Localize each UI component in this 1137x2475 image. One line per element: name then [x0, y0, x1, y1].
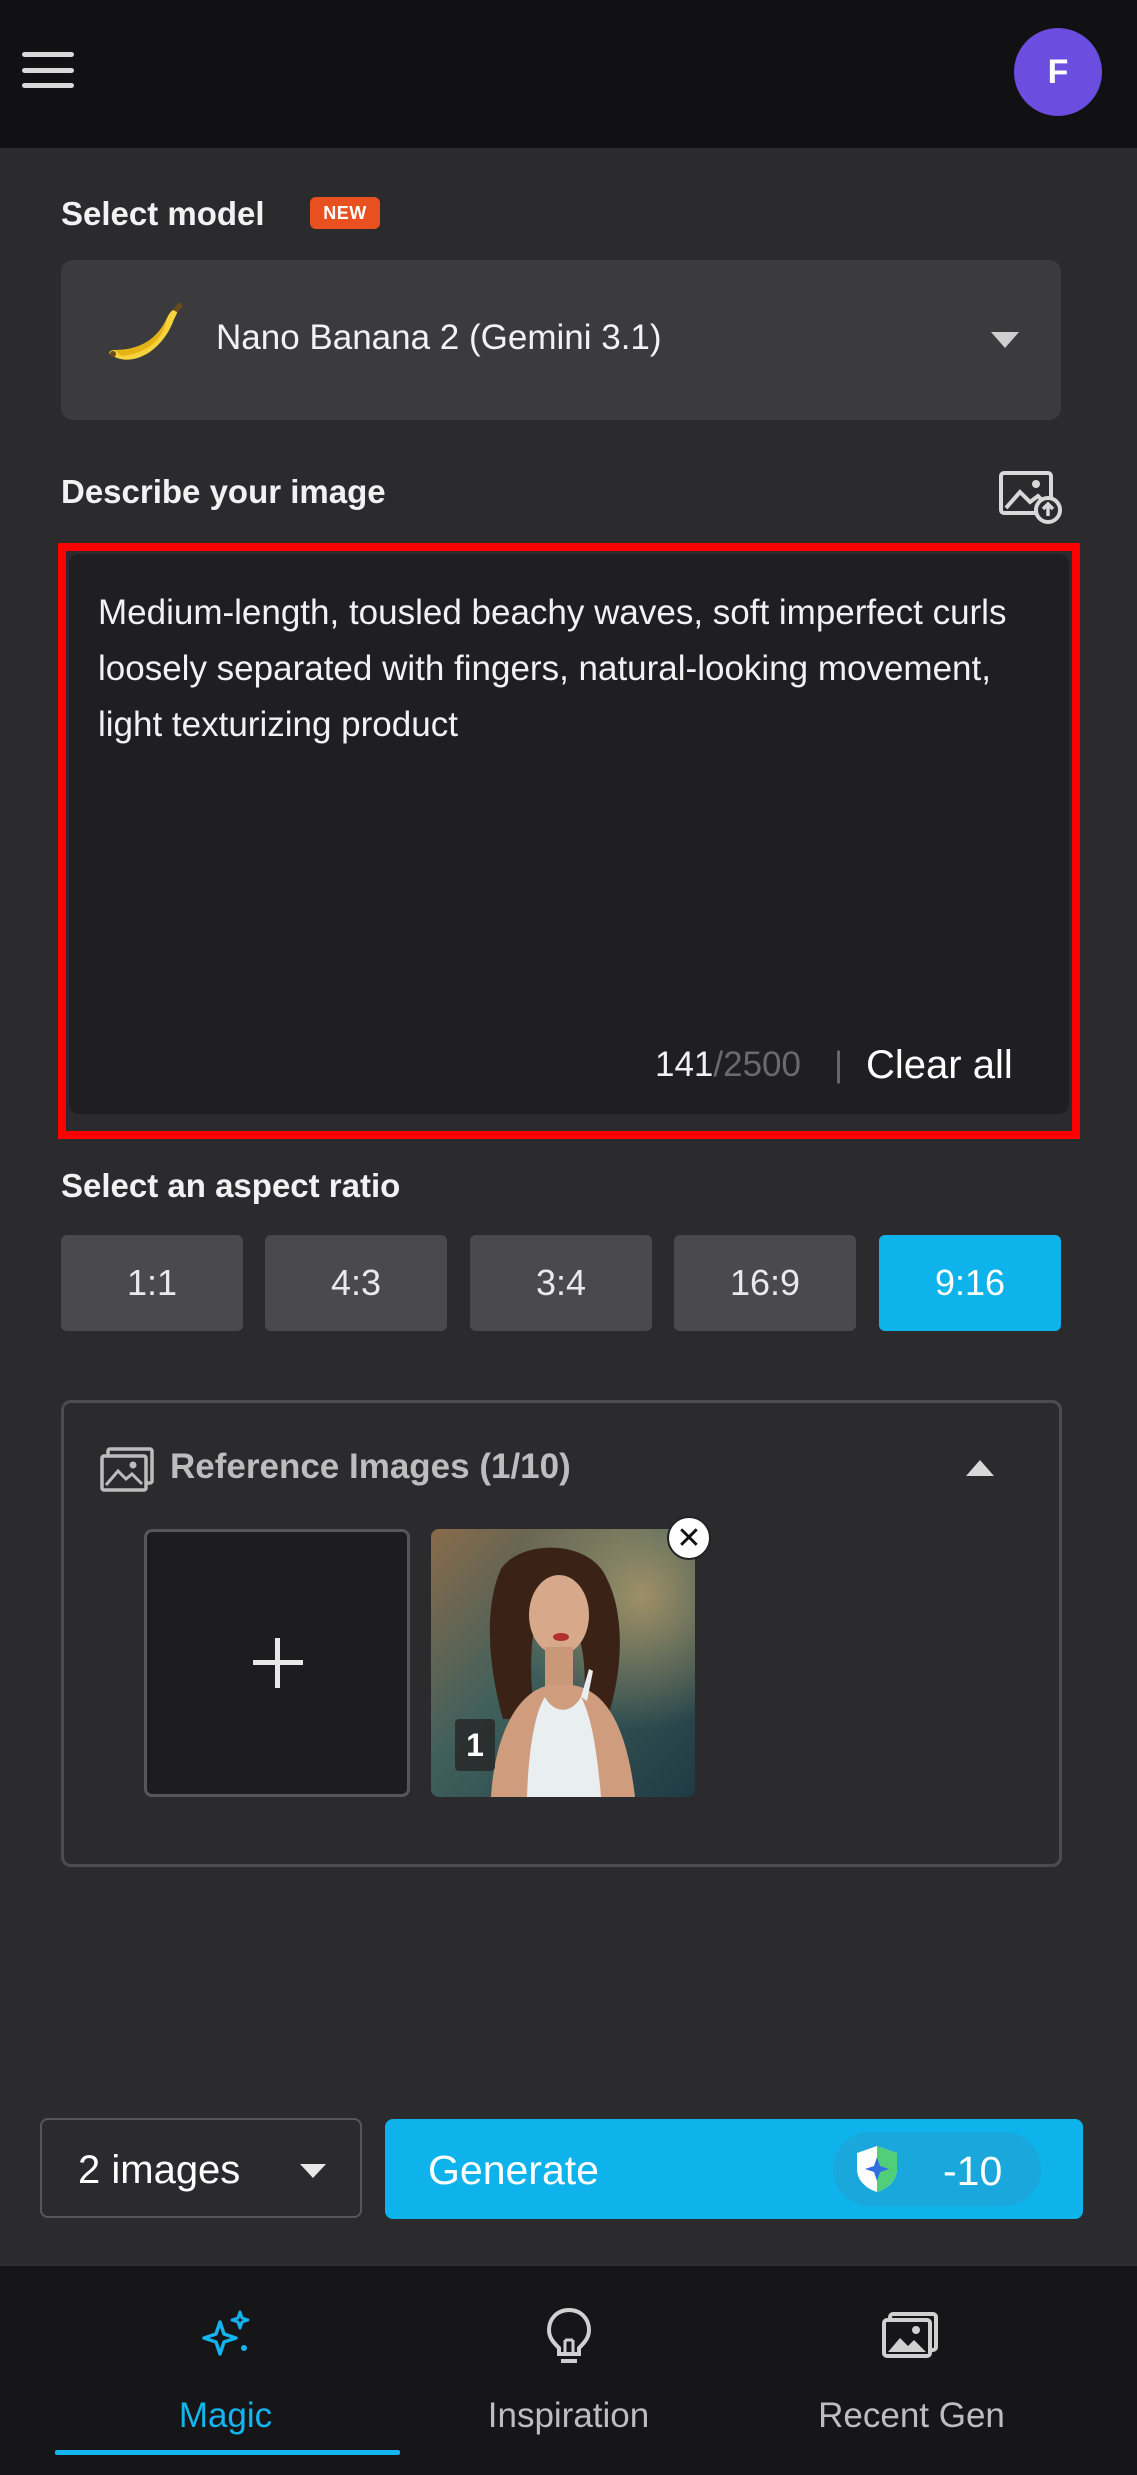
remove-image-close-icon[interactable]: ✕ [667, 1516, 711, 1560]
nav-magic[interactable]: Magic [36, 2266, 415, 2475]
nav-recent-gen-label: Recent Gen [818, 2396, 1005, 2435]
credit-cost-pill: -10 [833, 2132, 1041, 2206]
new-badge: NEW [310, 197, 380, 229]
char-max: /2500 [713, 1045, 801, 1084]
chevron-down-icon [991, 332, 1019, 348]
nav-magic-label: Magic [178, 2396, 273, 2435]
counter-separator: | [834, 1045, 844, 1084]
generate-button[interactable]: Generate -10 [385, 2119, 1083, 2219]
describe-image-label: Describe your image [61, 473, 386, 510]
char-count: 141 [655, 1045, 714, 1084]
credit-cost: -10 [943, 2148, 1003, 2194]
nav-inspiration[interactable]: Inspiration [379, 2266, 758, 2475]
top-bar: F [0, 0, 1137, 148]
clear-all-button[interactable]: Clear all [866, 1043, 1013, 1088]
thumbnail-index-badge: 1 [455, 1719, 495, 1771]
image-gallery-icon [100, 1447, 154, 1492]
select-model-label: Select model [61, 195, 265, 232]
active-tab-indicator [55, 2450, 400, 2455]
reference-images-panel: Reference Images (1/10) 1 ✕ [61, 1400, 1062, 1867]
generate-label: Generate [428, 2147, 599, 2193]
ratio-9-16-button[interactable]: 9:16 [879, 1235, 1061, 1331]
sparkle-icon [201, 2310, 249, 2356]
prompt-text[interactable]: Medium-length, tousled beachy waves, sof… [98, 585, 1058, 753]
banana-icon [109, 302, 183, 360]
aspect-ratio-label: Select an aspect ratio [61, 1167, 401, 1204]
lightbulb-icon [546, 2307, 591, 2363]
chevron-up-icon[interactable] [966, 1460, 994, 1476]
reference-image-thumbnail[interactable]: 1 [431, 1529, 695, 1797]
image-count-label: 2 images [78, 2148, 241, 2192]
ratio-1-1-button[interactable]: 1:1 [61, 1235, 243, 1331]
ratio-16-9-button[interactable]: 16:9 [674, 1235, 856, 1331]
credit-shield-icon [857, 2146, 897, 2192]
chevron-down-icon [300, 2164, 326, 2178]
ratio-3-4-button[interactable]: 3:4 [470, 1235, 652, 1331]
avatar[interactable]: F [1014, 28, 1102, 116]
nav-recent-gen[interactable]: Recent Gen [722, 2266, 1101, 2475]
ratio-4-3-button[interactable]: 4:3 [265, 1235, 447, 1331]
image-count-dropdown[interactable]: 2 images [40, 2118, 362, 2218]
bottom-navigation: Magic Inspiration Recent Gen [0, 2264, 1137, 2475]
model-dropdown[interactable]: Nano Banana 2 (Gemini 3.1) [61, 260, 1061, 420]
gallery-icon [881, 2312, 938, 2358]
nav-inspiration-label: Inspiration [487, 2396, 650, 2435]
aspect-ratio-options: 1:1 4:3 3:4 16:9 9:16 [61, 1235, 1062, 1331]
char-counter: 141/2500 [655, 1045, 801, 1085]
reference-images-title: Reference Images (1/10) [170, 1447, 571, 1486]
hamburger-menu-icon[interactable] [18, 46, 78, 94]
image-upload-icon[interactable] [998, 470, 1062, 524]
add-reference-image-button[interactable] [144, 1529, 410, 1797]
model-name: Nano Banana 2 (Gemini 3.1) [216, 318, 662, 357]
